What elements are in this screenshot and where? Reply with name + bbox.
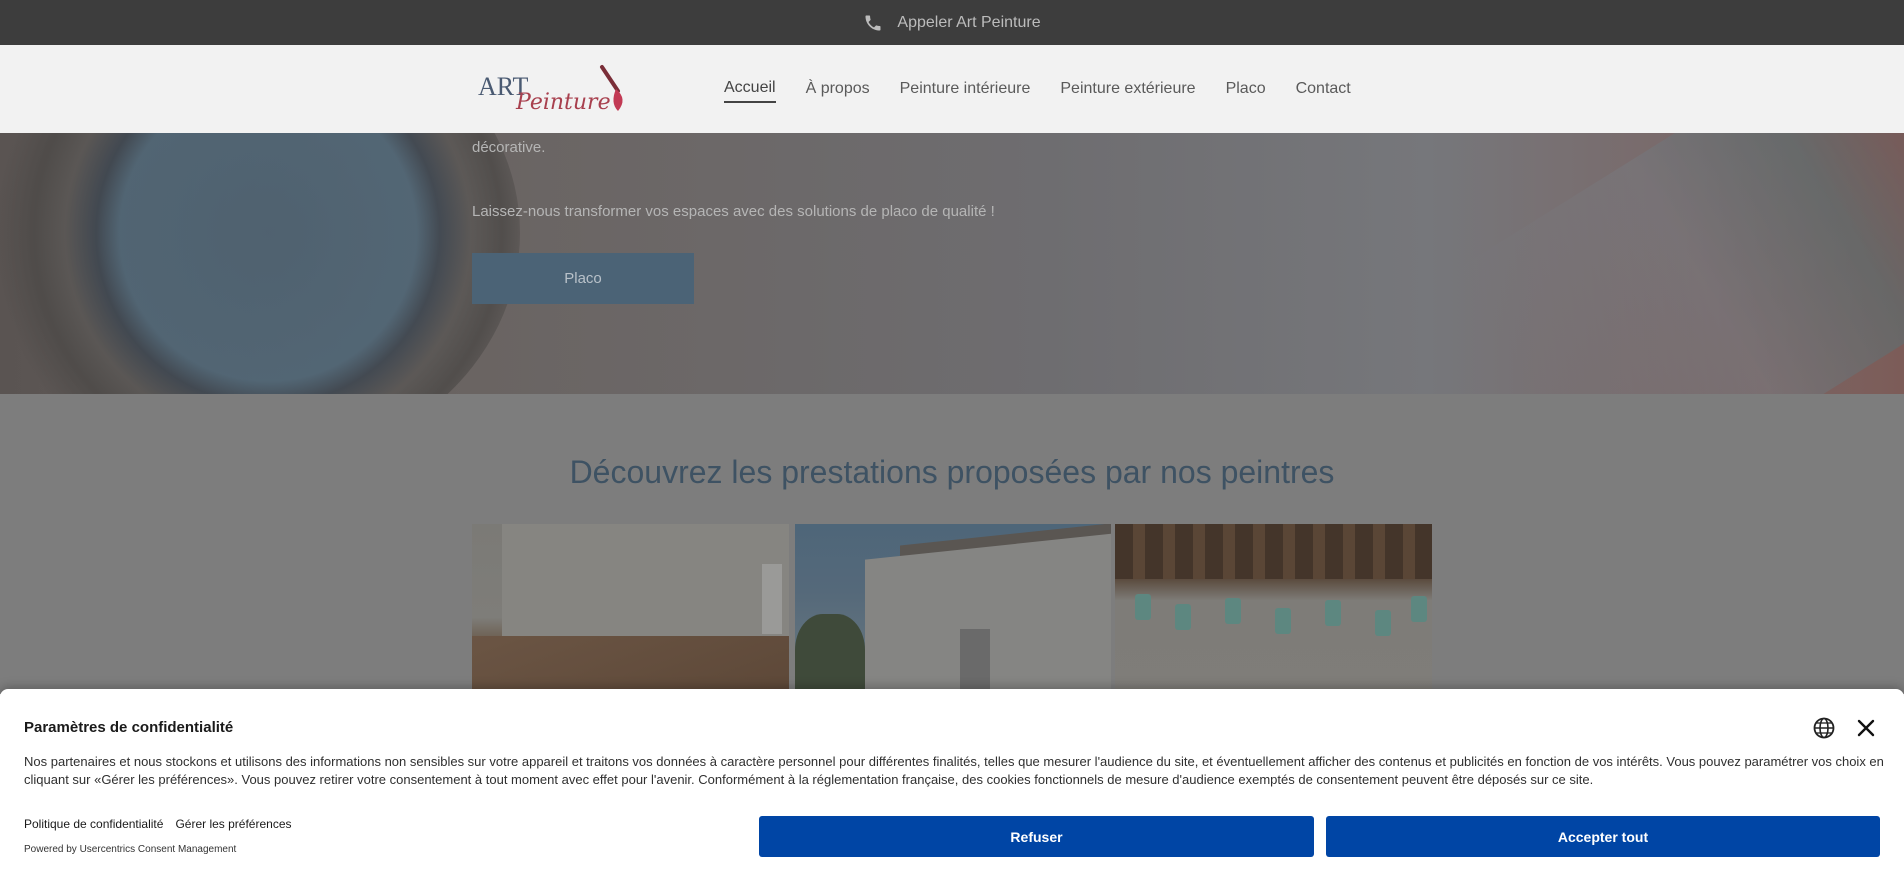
manage-preferences-link[interactable]: Gérer les préférences — [175, 817, 291, 831]
accept-all-button[interactable]: Accepter tout — [1326, 816, 1880, 857]
hero-text-partial: décorative. — [472, 139, 546, 156]
site-logo[interactable]: ART Peinture — [478, 61, 630, 117]
call-label: Appeler Art Peinture — [897, 13, 1041, 31]
hero-text: Laissez-nous transformer vos espaces ave… — [472, 203, 995, 220]
refuse-button[interactable]: Refuser — [759, 816, 1314, 857]
logo-text-peinture: Peinture — [515, 90, 611, 115]
hero-section: décorative. Laissez-nous transformer vos… — [0, 133, 1904, 394]
service-tile-interior[interactable] — [472, 524, 789, 694]
site-header: ART Peinture Accueil À propos Peinture i… — [0, 45, 1904, 133]
nav-item-contact[interactable]: Contact — [1296, 76, 1351, 102]
nav-item-accueil[interactable]: Accueil — [724, 75, 776, 103]
service-tile-exterior[interactable] — [795, 524, 1111, 694]
services-heading: Découvrez les prestations proposées par … — [569, 454, 1335, 490]
close-icon[interactable] — [1854, 716, 1878, 740]
nav-item-peinture-interieure[interactable]: Peinture intérieure — [900, 76, 1031, 102]
consent-links: Politique de confidentialité Gérer les p… — [24, 817, 292, 831]
call-bar: Appeler Art Peinture — [0, 0, 1904, 45]
hero-paint-can-image — [0, 133, 520, 394]
consent-body-text: Nos partenaires et nous stockons et util… — [24, 754, 1884, 787]
powered-by-text: Powered by Usercentrics Consent Manageme… — [24, 844, 237, 855]
phone-icon — [865, 15, 881, 30]
main-nav: Accueil À propos Peinture intérieure Pei… — [724, 45, 1351, 133]
globe-icon[interactable] — [1812, 716, 1836, 740]
privacy-policy-link[interactable]: Politique de confidentialité — [24, 817, 163, 831]
hero-color-swatches-image — [1458, 133, 1904, 394]
nav-item-peinture-exterieure[interactable]: Peinture extérieure — [1060, 76, 1195, 102]
services-section: Découvrez les prestations proposées par … — [0, 394, 1904, 694]
nav-item-placo[interactable]: Placo — [1226, 76, 1266, 102]
consent-title: Paramètres de confidentialité — [24, 719, 234, 736]
nav-item-a-propos[interactable]: À propos — [806, 76, 870, 102]
consent-banner: Paramètres de confidentialité Nos parten… — [0, 689, 1904, 880]
placo-button[interactable]: Placo — [472, 253, 694, 304]
service-tile-placo[interactable] — [1115, 524, 1432, 694]
call-link[interactable]: Appeler Art Peinture — [863, 13, 1041, 33]
